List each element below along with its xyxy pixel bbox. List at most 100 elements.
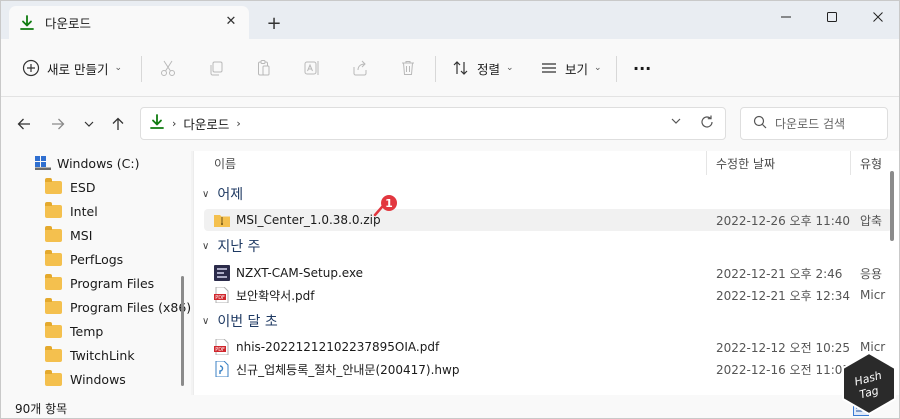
group-header[interactable]: ∨ 이번 달 초 [202,309,278,333]
sidebar-item-temp[interactable]: Temp [45,319,103,343]
maximize-button[interactable] [809,1,855,33]
sidebar-item-label: Temp [70,323,104,339]
minimize-button[interactable] [763,1,809,33]
paste-button[interactable] [254,39,274,97]
window-controls [763,1,899,33]
exe-icon [214,265,230,281]
navigation-pane: Windows (C:) ESD Intel MSI PerfLogs Prog… [1,151,191,395]
pdf-icon: PDF [214,287,230,303]
rename-button[interactable] [302,39,322,97]
forward-button[interactable] [47,113,69,135]
folder-icon [45,249,62,266]
plus-circle-icon [21,58,41,78]
chevron-down-icon: ⌄ [506,63,514,73]
chevron-right-icon[interactable]: › [236,117,240,130]
file-row[interactable]: 신규_업체등록_절차_안내문(200417).hwp 2022-12-16 오전… [204,358,892,380]
divider [616,56,617,82]
breadcrumb-downloads[interactable]: 다운로드 [183,114,229,133]
search-box[interactable] [740,107,888,140]
drive-icon [35,156,51,170]
command-bar: 새로 만들기 ⌄ 정렬 ⌄ 보기 ⌄ ··· [1,39,899,97]
hwp-icon [214,361,230,377]
new-button[interactable]: 새로 만들기 ⌄ [21,39,122,97]
file-type: 응용 [860,266,883,281]
column-header-name[interactable]: 이름 [214,151,236,175]
chevron-down-icon [84,121,94,127]
sidebar-item-twitchlink[interactable]: TwitchLink [45,343,135,367]
refresh-button[interactable] [699,114,715,134]
recent-locations-button[interactable] [78,113,100,135]
file-name-cell: PDF 보안확약서.pdf [214,284,314,306]
more-options-button[interactable]: ··· [633,39,651,97]
file-name-cell: MSI_Center_1.0.38.0.zip [214,209,381,231]
file-row[interactable]: PDF nhis-20221212102237895OIA.pdf 2022-1… [204,336,892,358]
svg-text:PDF: PDF [215,347,225,353]
folder-icon [45,369,62,386]
sidebar-item-windows[interactable]: Windows [45,367,126,391]
sidebar-item-label: Windows (C:) [57,155,140,171]
sidebar-item-label: Program Files [70,275,155,291]
file-explorer-window: 다운로드 ✕ + 새로 만들기 ⌄ 정렬 ⌄ 보기 ⌄ ··· › 다운로드 ›… [0,0,900,419]
sidebar-item-perflogs[interactable]: PerfLogs [45,247,123,271]
new-tab-button[interactable]: + [263,14,285,36]
search-input[interactable] [775,116,885,131]
file-row[interactable]: MSI_Center_1.0.38.0.zip 2022-12-26 오후 11… [204,209,892,231]
sidebar-item-intel[interactable]: Intel [45,199,98,223]
group-label: 지난 주 [217,239,261,255]
hashtag-watermark: Hash Tag [840,351,898,417]
file-row[interactable]: PDF 보안확약서.pdf 2022-12-21 오후 12:34 Micr [204,284,892,306]
group-header[interactable]: ∨ 어제 [202,182,243,206]
share-button[interactable] [350,39,370,97]
status-bar: 90개 항목 [1,395,899,418]
address-dropdown-button[interactable] [671,116,681,129]
arrow-right-icon [52,118,65,130]
file-date: 2022-12-21 오후 2:46 [716,266,843,281]
cut-button[interactable] [158,39,178,97]
folder-icon [45,177,62,194]
sidebar-item-windows-c[interactable]: Windows (C:) [35,151,139,175]
file-name: MSI_Center_1.0.38.0.zip [236,213,381,227]
download-icon [19,14,35,31]
sidebar-item-program-files[interactable]: Program Files [45,271,154,295]
sort-button[interactable]: 정렬 ⌄ [451,39,514,97]
view-button[interactable]: 보기 ⌄ [539,39,602,97]
refresh-icon [701,115,713,128]
clipboard-icon [254,58,274,78]
zip-folder-icon [214,212,230,228]
sidebar-item-esd[interactable]: ESD [45,175,95,199]
up-button[interactable] [107,113,129,135]
tab-close-icon[interactable]: ✕ [223,14,239,30]
close-window-button[interactable] [855,1,899,33]
column-divider[interactable] [850,151,851,175]
column-header-date[interactable]: 수정한 날짜 [716,151,775,175]
address-bar[interactable]: › 다운로드 › [140,107,726,140]
divider [141,56,142,82]
trash-icon [398,58,418,78]
sidebar-item-label: ESD [70,179,96,195]
copy-button[interactable] [206,39,226,97]
back-button[interactable] [13,113,35,135]
item-count: 90개 항목 [15,402,68,416]
arrow-up-icon [112,117,124,130]
delete-button[interactable] [398,39,418,97]
chevron-right-icon: › [172,117,177,130]
column-divider[interactable] [706,151,707,175]
group-header[interactable]: ∨ 지난 주 [202,234,260,258]
file-row[interactable]: NZXT-CAM-Setup.exe 2022-12-21 오후 2:46 응용 [204,262,892,284]
column-header-type[interactable]: 유형 [860,151,882,175]
navigation-scrollbar[interactable] [181,276,184,386]
file-date: 2022-12-26 오후 11:40 [716,213,851,228]
folder-icon [45,201,62,218]
file-type: 압축 [860,213,883,228]
tab-downloads[interactable]: 다운로드 ✕ [9,6,249,39]
sidebar-item-label: MSI [70,227,93,243]
chevron-down-icon: ⌄ [594,63,602,73]
view-list-icon [539,58,559,78]
sidebar-item-label: PerfLogs [70,251,124,267]
sidebar-item-program-files-x86[interactable]: Program Files (x86) [45,295,191,319]
sort-label: 정렬 [477,61,501,77]
file-name-cell: 신규_업체등록_절차_안내문(200417).hwp [214,358,459,380]
sidebar-item-label: Windows [70,371,126,387]
sidebar-item-msi[interactable]: MSI [45,223,92,247]
file-list-scrollbar[interactable] [890,171,894,241]
